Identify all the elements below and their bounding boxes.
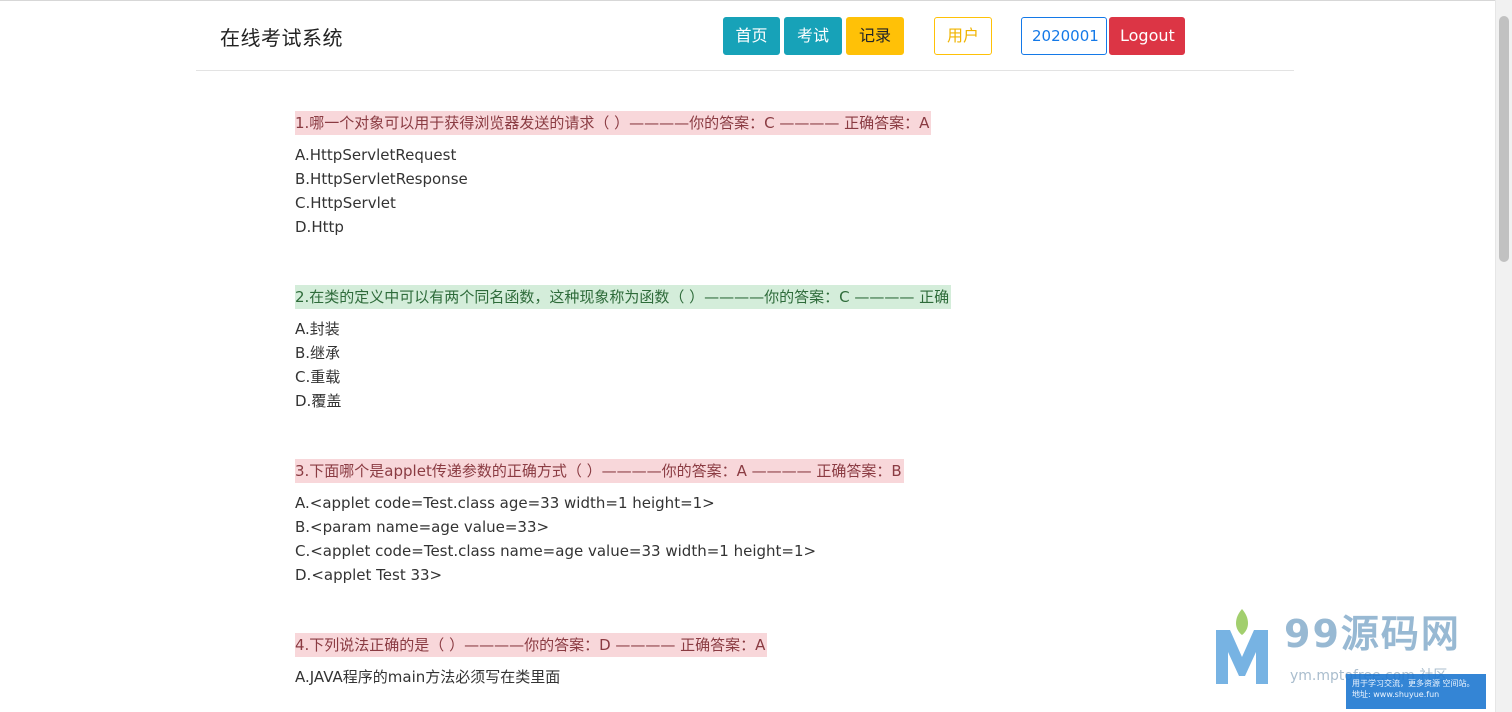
watermark-tip: 用于学习交流，更多资源 空间站。地址: www.shuyue.fun	[1346, 674, 1486, 709]
app-root: 在线考试系统 首页 考试 记录 用户 2020001 Logout 1.哪一个对…	[0, 0, 1512, 712]
option-item: D.<applet Test 33>	[295, 566, 443, 584]
option-item: A.JAVA程序的main方法必须写在类里面	[295, 668, 561, 686]
vertical-scrollbar[interactable]	[1495, 0, 1512, 712]
option-item: D.Http	[295, 218, 344, 236]
option-item: D.覆盖	[295, 392, 342, 410]
user-id-button[interactable]: 2020001	[1021, 17, 1107, 55]
option-item: C.<applet code=Test.class name=age value…	[295, 542, 817, 560]
watermark-logo-icon	[1216, 609, 1268, 684]
option-list: A.<applet code=Test.class age=33 width=1…	[295, 491, 1195, 587]
option-item: A.<applet code=Test.class age=33 width=1…	[295, 494, 715, 512]
exam-button[interactable]: 考试	[784, 17, 842, 55]
question-title-correct: 2.在类的定义中可以有两个同名函数，这种现象称为函数（ ）————你的答案：C …	[295, 285, 952, 309]
question-title-wrong: 4.下列说法正确的是（ ）————你的答案：D ———— 正确答案：A	[295, 633, 768, 657]
option-item: C.HttpServlet	[295, 194, 396, 212]
user-button[interactable]: 用户	[934, 17, 992, 55]
top-navbar: 在线考试系统 首页 考试 记录 用户 2020001 Logout	[196, 1, 1294, 71]
question-record-list: 1.哪一个对象可以用于获得浏览器发送的请求（ ）————你的答案：C ———— …	[295, 111, 1195, 712]
option-item: C.重载	[295, 368, 341, 386]
logout-button[interactable]: Logout	[1109, 17, 1185, 55]
scrollbar-thumb[interactable]	[1499, 16, 1509, 262]
question-card: 3.下面哪个是applet传递参数的正确方式（ ）————你的答案：A ————…	[295, 459, 1195, 587]
site-title: 在线考试系统	[220, 26, 343, 50]
question-card: 2.在类的定义中可以有两个同名函数，这种现象称为函数（ ）————你的答案：C …	[295, 285, 1195, 413]
option-item: A.HttpServletRequest	[295, 146, 457, 164]
question-card: 4.下列说法正确的是（ ）————你的答案：D ———— 正确答案：A A.JA…	[295, 633, 1195, 689]
option-list: A.HttpServletRequest B.HttpServletRespon…	[295, 143, 1195, 239]
question-title-wrong: 3.下面哪个是applet传递参数的正确方式（ ）————你的答案：A ————…	[295, 459, 904, 483]
option-item: B.<param name=age value=33>	[295, 518, 550, 536]
option-item: B.继承	[295, 344, 341, 362]
watermark-url: ym.mptofree.com 社区	[1290, 668, 1448, 684]
question-title-wrong: 1.哪一个对象可以用于获得浏览器发送的请求（ ）————你的答案：C ———— …	[295, 111, 932, 135]
watermark-brand: 99源码网	[1284, 612, 1461, 656]
option-list: A.JAVA程序的main方法必须写在类里面	[295, 665, 1195, 689]
home-button[interactable]: 首页	[723, 17, 780, 55]
record-button[interactable]: 记录	[846, 17, 904, 55]
question-card: 1.哪一个对象可以用于获得浏览器发送的请求（ ）————你的答案：C ———— …	[295, 111, 1195, 239]
site-watermark: 99源码网 ym.mptofree.com 社区 用于学习交流，更多资源 空间站…	[1210, 604, 1500, 709]
option-item: B.HttpServletResponse	[295, 170, 468, 188]
option-list: A.封装 B.继承 C.重载 D.覆盖	[295, 317, 1195, 413]
option-item: A.封装	[295, 320, 340, 338]
